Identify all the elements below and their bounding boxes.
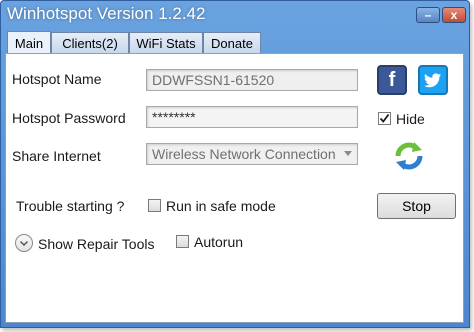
tab-wifi-stats[interactable]: WiFi Stats [129,32,203,53]
autorun-checkbox[interactable] [176,235,189,248]
hotspot-password-label: Hotspot Password [12,110,126,126]
tab-clients[interactable]: Clients(2) [51,32,129,53]
window-title: Winhotspot Version 1.2.42 [7,4,206,23]
show-repair-tools-label[interactable]: Show Repair Tools [38,236,154,252]
hide-label: Hide [396,111,425,127]
app-window: Winhotspot Version 1.2.42 – x Main Clien… [0,0,470,328]
share-internet-select[interactable]: Wireless Network Connection [146,143,358,165]
refresh-icon[interactable] [392,139,426,173]
hotspot-name-field[interactable]: DDWFSSN1-61520 [146,69,358,91]
expand-repair-icon[interactable] [15,234,33,252]
share-internet-label: Share Internet [12,148,101,164]
trouble-label: Trouble starting ? [16,198,125,214]
stop-button[interactable]: Stop [377,193,456,219]
tab-donate[interactable]: Donate [203,32,261,53]
hide-checkbox[interactable] [378,112,391,125]
safe-mode-checkbox[interactable] [148,199,161,212]
safe-mode-label: Run in safe mode [166,198,276,214]
minimize-button[interactable]: – [416,7,440,23]
facebook-icon[interactable]: f [377,65,407,95]
share-internet-value: Wireless Network Connection [152,146,336,162]
tab-main[interactable]: Main [7,31,51,54]
autorun-label: Autorun [194,234,244,250]
main-panel: Hotspot Name DDWFSSN1-61520 f Hotspot Pa… [5,53,464,323]
twitter-icon[interactable] [418,65,448,95]
chevron-down-icon [344,151,352,156]
close-button[interactable]: x [442,7,466,23]
hotspot-password-field[interactable]: ******** [146,106,358,128]
hotspot-name-label: Hotspot Name [12,71,102,87]
